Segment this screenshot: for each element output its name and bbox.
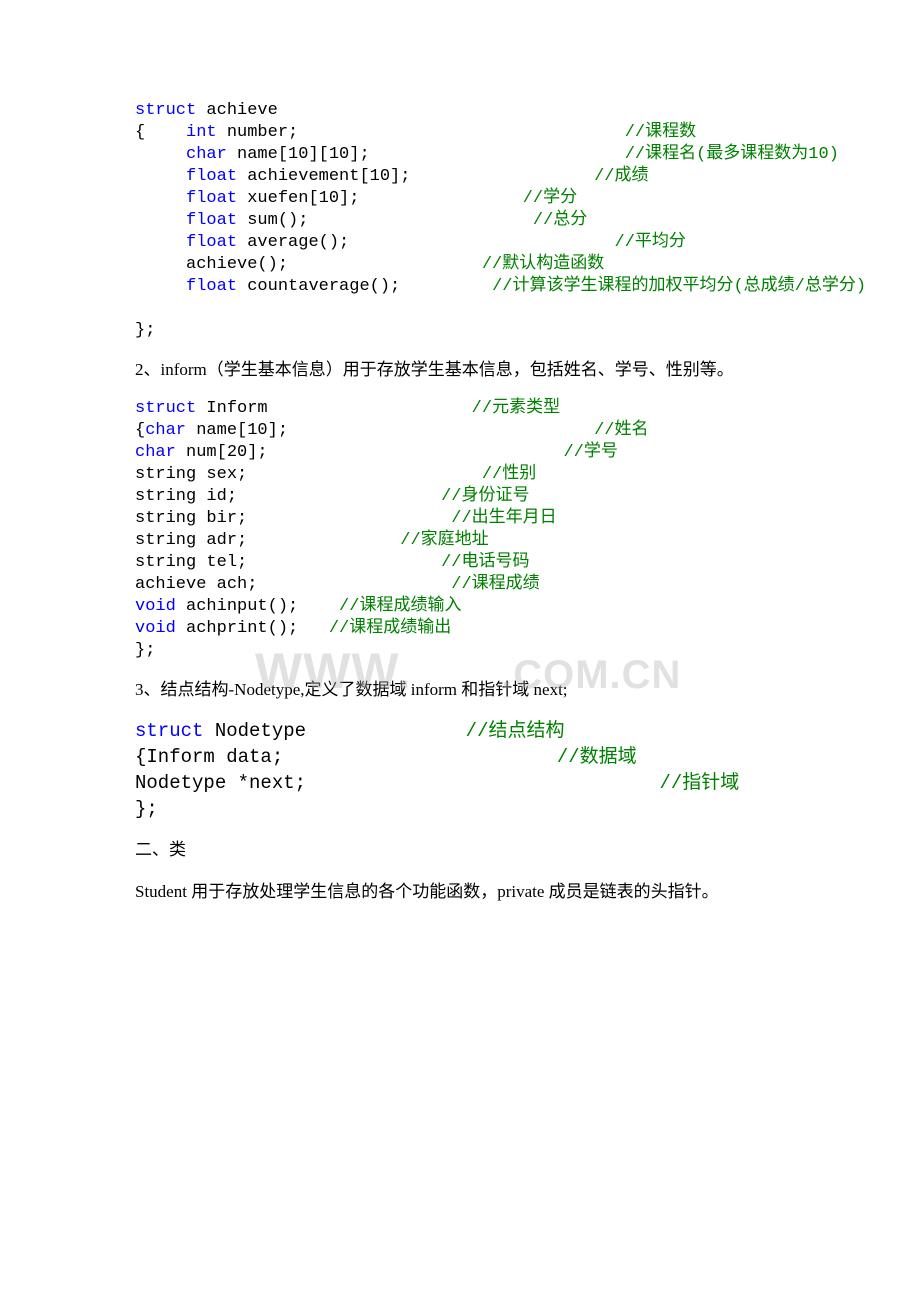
paragraph-2: 2、inform（学生基本信息）用于存放学生基本信息，包括姓名、学号、性别等。	[135, 356, 785, 384]
comment: //学分	[523, 189, 577, 208]
comment: //元素类型	[472, 399, 560, 418]
code-text: achieve();	[135, 255, 482, 274]
code-text: sum();	[237, 211, 533, 230]
comment: //课程成绩输入	[339, 597, 461, 616]
code-text: name[10];	[186, 421, 594, 440]
comment: //成绩	[594, 167, 648, 186]
kw-float: float	[186, 189, 237, 208]
paragraph-5: Student 用于存放处理学生信息的各个功能函数，private 成员是链表的…	[135, 878, 785, 906]
kw-struct: struct	[135, 399, 196, 418]
comment: //数据域	[557, 746, 637, 768]
comment: //身份证号	[441, 487, 529, 506]
kw-float: float	[186, 233, 237, 252]
code-text: string sex;	[135, 465, 482, 484]
comment: //学号	[563, 443, 617, 462]
code-text: achinput();	[176, 597, 339, 616]
code-text: {	[135, 123, 186, 142]
code-text: average();	[237, 233, 614, 252]
code-text	[135, 189, 186, 208]
code-text: };	[135, 641, 155, 660]
kw-void: void	[135, 619, 176, 638]
comment: //平均分	[615, 233, 686, 252]
comment: //总分	[533, 211, 587, 230]
code-text	[135, 277, 186, 296]
comment: //姓名	[594, 421, 648, 440]
document-page: WWW. .COM.CN struct achieve { int number…	[0, 0, 920, 1302]
comment: //课程成绩输出	[329, 619, 451, 638]
comment: //家庭地址	[400, 531, 488, 550]
code-text	[135, 299, 145, 318]
kw-char: char	[186, 145, 227, 164]
code-text	[135, 233, 186, 252]
comment: //出生年月日	[451, 509, 556, 528]
comment: //默认构造函数	[482, 255, 604, 274]
comment: //性别	[482, 465, 536, 484]
comment: //结点结构	[466, 720, 565, 742]
code-text: };	[135, 798, 158, 820]
code-text: string id;	[135, 487, 441, 506]
code-text: string tel;	[135, 553, 441, 572]
comment: //课程数	[625, 123, 696, 142]
comment: //指针域	[660, 772, 740, 794]
code-text: {	[135, 421, 145, 440]
code-text	[135, 145, 186, 164]
comment: //电话号码	[441, 553, 529, 572]
code-text: number;	[217, 123, 625, 142]
code-text: string bir;	[135, 509, 451, 528]
paragraph-3: 3、结点结构-Nodetype,定义了数据域 inform 和指针域 next;	[135, 676, 785, 704]
code-block-nodetype: struct Nodetype //结点结构 {Inform data; //数…	[135, 718, 785, 822]
comment: //课程名(最多课程数为10)	[625, 145, 839, 164]
code-text: Nodetype	[203, 720, 465, 742]
kw-float: float	[186, 277, 237, 296]
code-text: Nodetype *next;	[135, 772, 660, 794]
code-text	[135, 211, 186, 230]
comment: //计算该学生课程的加权平均分(总成绩/总学分)	[492, 277, 866, 296]
code-text: achprint();	[176, 619, 329, 638]
code-block-inform: struct Inform //元素类型 {char name[10]; //姓…	[135, 398, 785, 662]
kw-float: float	[186, 211, 237, 230]
kw-float: float	[186, 167, 237, 186]
code-text: achievement[10];	[237, 167, 594, 186]
code-text: achieve	[196, 101, 278, 120]
kw-struct: struct	[135, 101, 196, 120]
code-text: achieve ach;	[135, 575, 451, 594]
code-text: {Inform data;	[135, 746, 557, 768]
kw-char: char	[135, 443, 176, 462]
comment: //课程成绩	[451, 575, 539, 594]
kw-char: char	[145, 421, 186, 440]
kw-void: void	[135, 597, 176, 616]
code-text: countaverage();	[237, 277, 492, 296]
code-text: xuefen[10];	[237, 189, 523, 208]
code-text: };	[135, 321, 155, 340]
paragraph-4: 二、类	[135, 836, 785, 864]
code-block-achieve: struct achieve { int number; //课程数 char …	[135, 100, 785, 342]
code-text: num[20];	[176, 443, 564, 462]
code-text	[135, 167, 186, 186]
code-text: Inform	[196, 399, 471, 418]
code-text: string adr;	[135, 531, 400, 550]
kw-int: int	[186, 123, 217, 142]
kw-struct: struct	[135, 720, 203, 742]
code-text: name[10][10];	[227, 145, 625, 164]
